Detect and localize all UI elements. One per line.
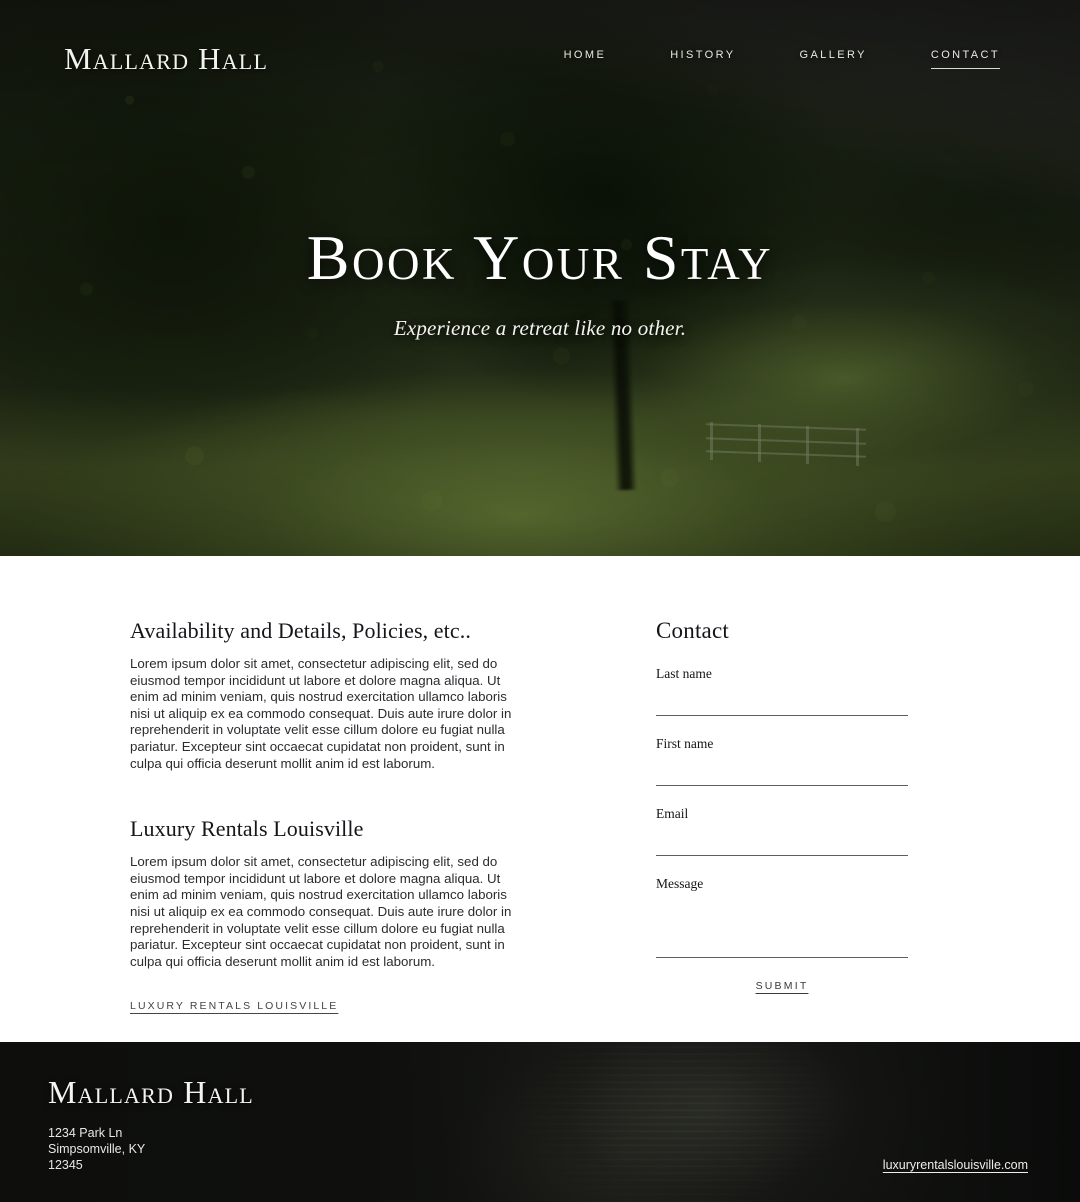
- field-message: Message: [656, 876, 908, 958]
- submit-row: SUBMIT: [656, 978, 908, 994]
- input-last-name[interactable]: [656, 686, 908, 716]
- label-first-name: First name: [656, 736, 714, 751]
- contact-form: Last name First name Email Message SUBMI…: [656, 666, 1016, 994]
- label-last-name: Last name: [656, 666, 712, 681]
- nav-link-contact[interactable]: CONTACT: [930, 49, 1000, 69]
- footer-logo[interactable]: Mallard Hall: [48, 1074, 254, 1111]
- section-heading-availability: Availability and Details, Policies, etc.…: [130, 618, 471, 643]
- footer-address: 1234 Park Ln Simpsomville, KY 12345: [48, 1125, 254, 1173]
- footer-website-link[interactable]: luxuryrentalslouisville.com: [883, 1158, 1028, 1172]
- input-first-name[interactable]: [656, 756, 908, 786]
- section-body-availability: Lorem ipsum dolor sit amet, consectetur …: [130, 656, 512, 771]
- nav-link-history[interactable]: HISTORY: [670, 49, 735, 69]
- main-navigation: HOME HISTORY GALLERY CONTACT: [564, 49, 1000, 69]
- footer-left: Mallard Hall 1234 Park Ln Simpsomville, …: [48, 1074, 254, 1202]
- footer-inner: Mallard Hall 1234 Park Ln Simpsomville, …: [0, 1042, 1080, 1202]
- field-email: Email: [656, 806, 908, 856]
- footer-right: luxuryrentalslouisville.com: [883, 1074, 1028, 1202]
- nav-link-home[interactable]: HOME: [564, 49, 607, 69]
- field-first-name: First name: [656, 736, 908, 786]
- content-left-column: Availability and Details, Policies, etc.…: [64, 608, 596, 1042]
- address-line-city-state: Simpsomville, KY: [48, 1142, 146, 1156]
- section-body-luxury-rentals: Lorem ipsum dolor sit amet, consectetur …: [130, 854, 512, 969]
- hero-subtitle: Experience a retreat like no other.: [393, 315, 687, 340]
- main-content: Availability and Details, Policies, etc.…: [0, 556, 1080, 1042]
- input-message[interactable]: [656, 896, 908, 958]
- field-last-name: Last name: [656, 666, 908, 716]
- submit-button[interactable]: SUBMIT: [752, 978, 813, 994]
- label-message: Message: [656, 876, 704, 891]
- address-line-street: 1234 Park Ln: [48, 1126, 123, 1140]
- label-email: Email: [656, 806, 689, 821]
- hero-section: Mallard Hall HOME HISTORY GALLERY CONTAC…: [0, 0, 1080, 556]
- contact-form-column: Contact Last name First name Email Messa…: [596, 608, 1016, 1042]
- hero-title: Book Your Stay: [306, 221, 774, 293]
- section-heading-luxury-rentals: Luxury Rentals Louisville: [130, 816, 364, 842]
- address-line-zip: 12345: [48, 1158, 83, 1172]
- input-email[interactable]: [656, 826, 908, 856]
- contact-form-title: Contact: [656, 618, 729, 643]
- site-logo[interactable]: Mallard Hall: [64, 41, 268, 77]
- nav-link-gallery[interactable]: GALLERY: [799, 49, 866, 69]
- luxury-rentals-louisville-link[interactable]: LUXURY RENTALS LOUISVILLE: [130, 1000, 338, 1012]
- site-header: Mallard Hall HOME HISTORY GALLERY CONTAC…: [0, 0, 1080, 118]
- site-footer: Mallard Hall 1234 Park Ln Simpsomville, …: [0, 1042, 1080, 1202]
